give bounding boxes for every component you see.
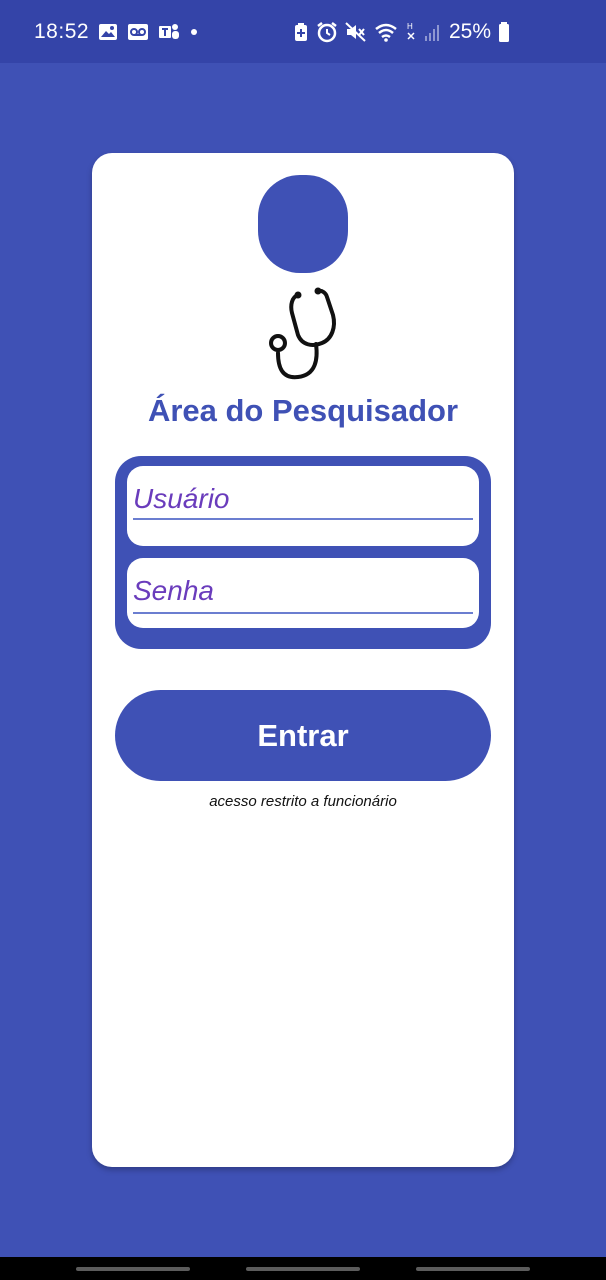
restricted-access-note: acesso restrito a funcionário (209, 793, 397, 810)
battery-icon (498, 21, 510, 43)
status-left: 18:52 (34, 20, 199, 44)
login-fields-panel (115, 456, 491, 649)
enter-button[interactable]: Entrar (115, 690, 491, 781)
username-field-container (127, 466, 479, 546)
alarm-icon (316, 21, 338, 43)
gallery-icon (98, 23, 118, 41)
mute-icon (345, 21, 367, 42)
stethoscope-icon (260, 287, 346, 381)
password-field-container (127, 558, 479, 628)
status-bar: 18:52 H 25% (0, 0, 606, 63)
status-right: H 25% (293, 20, 572, 44)
svg-text:H: H (407, 22, 413, 31)
battery-saver-icon (293, 22, 309, 42)
username-input[interactable] (133, 480, 473, 520)
login-card: Área do Pesquisador Entrar acesso restri… (92, 153, 514, 1167)
password-input[interactable] (133, 570, 473, 614)
navigation-bar (0, 1257, 606, 1280)
nfc-icon: H (405, 21, 417, 43)
nav-home-handle[interactable] (246, 1267, 360, 1271)
voicemail-icon (127, 23, 149, 41)
avatar (258, 175, 348, 273)
page-title: Área do Pesquisador (147, 393, 459, 428)
nav-recent-apps-handle[interactable] (76, 1267, 190, 1271)
wifi-icon (374, 22, 398, 42)
teams-icon (158, 22, 180, 42)
battery-percent: 25% (448, 19, 491, 43)
status-time: 18:52 (34, 19, 90, 43)
nav-back-handle[interactable] (416, 1267, 530, 1271)
signal-icon (424, 22, 442, 42)
dot-icon (189, 27, 199, 37)
